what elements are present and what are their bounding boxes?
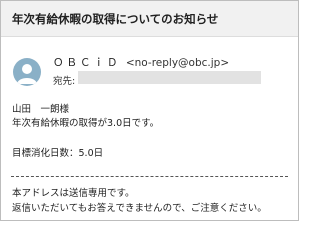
recipient-redacted — [78, 71, 261, 84]
email-window: 年次有給休暇の取得についてのお知らせ ＯＢＣｉＤ <no-reply@obc.j… — [0, 0, 299, 221]
sender-address[interactable]: <no-reply@obc.jp> — [126, 57, 229, 69]
body-line-paid-leave: 年次有給休暇の取得が3.0日です。 — [12, 118, 160, 129]
recipient-label: 宛先: — [53, 76, 76, 87]
footer-notice: 本アドレスは送信専用です。 — [12, 188, 135, 199]
sender-line: ＯＢＣｉＤ <no-reply@obc.jp> — [53, 55, 229, 70]
body-line-target-days: 目標消化日数：5.0日 — [12, 148, 104, 159]
person-icon — [13, 58, 41, 86]
subject-bar: 年次有給休暇の取得についてのお知らせ — [1, 1, 298, 37]
footer-divider — [11, 176, 288, 177]
footer-no-reply: 返信いただいてもお答えできませんので、ご注意ください。 — [12, 203, 267, 214]
sender-name: ＯＢＣｉＤ — [53, 57, 121, 69]
email-subject: 年次有給休暇の取得についてのお知らせ — [12, 12, 219, 26]
greeting: 山田 一朗様 — [12, 104, 70, 115]
